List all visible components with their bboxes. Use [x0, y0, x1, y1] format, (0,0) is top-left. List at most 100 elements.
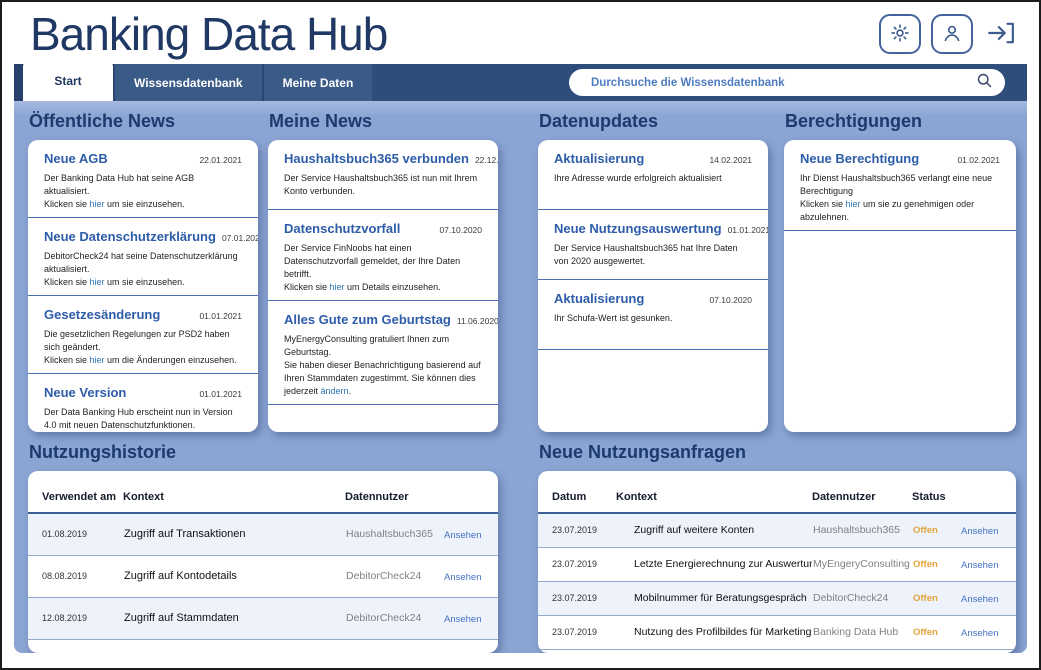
news-item-body: Die gesetzlichen Regelungen zur PSD2 hab… [44, 328, 242, 367]
table-header-row: Verwendet amKontextDatennutzer [28, 483, 498, 513]
news-item-body: Ihr Schufa-Wert ist gesunken. [554, 312, 752, 325]
news-item: Aktualisierung14.02.2021 Ihre Adresse wur… [538, 140, 768, 210]
table-row: 01.08.2019Zugriff auf TransaktionenHaush… [28, 513, 498, 556]
news-item-body: DebitorCheck24 hat seine Datenschutzerkl… [44, 250, 242, 289]
ansehen-link[interactable]: Ansehen [961, 594, 999, 605]
news-item-title: Datenschutzvorfall [284, 221, 400, 236]
usage-requests-section: Neue Nutzungsanfragen DatumKontextDatenn… [538, 440, 1016, 653]
cell-action: Ansehen [443, 598, 498, 640]
cell-action: Ansehen [443, 556, 498, 598]
news-body-text: um Details einzusehen. [345, 282, 441, 292]
news-item-head: Datenschutzvorfall07.10.2020 [284, 221, 482, 236]
cell-action: Ansehen [960, 582, 1016, 616]
news-item: Neue Version 01.01.2021 Der Data Banking H… [28, 374, 258, 432]
news-item-date: 01.02.2021 [957, 155, 1000, 165]
news-inline-link[interactable]: ändern [321, 386, 349, 396]
news-item-title: Neue AGB [44, 151, 108, 166]
cell-user: DebitorCheck24 [345, 556, 443, 598]
ansehen-link[interactable]: Ansehen [444, 530, 482, 541]
news-item-body: MyEnergyConsulting gratuliert Ihnen zum … [284, 333, 482, 398]
cell-context: Zugriff auf Transaktionen [123, 513, 345, 556]
header-actions [879, 14, 1019, 54]
tab-wissensdatenbank[interactable]: Wissensdatenbank [113, 64, 262, 101]
ansehen-link[interactable]: Ansehen [444, 614, 482, 625]
cell-date: 23.07.2019 [538, 582, 616, 616]
ansehen-link[interactable]: Ansehen [961, 628, 999, 639]
usage-history-section: Nutzungshistorie Verwendet amKontextDate… [28, 440, 498, 653]
column-header: Datum [538, 483, 616, 513]
section-heading: Öffentliche News [29, 111, 258, 132]
cell-context: Zugriff auf Kontodetails [123, 556, 345, 598]
app-window: Banking Data Hub [2, 2, 1039, 653]
cell-user: MyEngeryConsulting [812, 548, 912, 582]
table-row: 23.07.2019Letzte Energierechnung zur Aus… [538, 548, 1016, 582]
news-item: Alles Gute zum Geburtstag11.06.2020MyEne… [268, 301, 498, 405]
news-item: Haushaltsbuch365 verbunden22.12.2020Der … [268, 140, 498, 210]
status-badge: Offen [912, 616, 960, 650]
table-row: 23.07.2019Zugriff auf weitere KontenHaus… [538, 513, 1016, 548]
ansehen-link[interactable]: Ansehen [961, 560, 999, 571]
news-item-date: 01.01.2021 [199, 311, 242, 321]
main-nav: StartWissensdatenbankMeine Daten [14, 64, 1027, 101]
column-header: Datennutzer [345, 483, 443, 513]
news-item-title: Alles Gute zum Geburtstag [284, 312, 451, 327]
tab-meine-daten[interactable]: Meine Daten [262, 64, 373, 101]
page-title: Banking Data Hub [30, 11, 387, 57]
tables-row: Nutzungshistorie Verwendet amKontextDate… [28, 440, 1016, 653]
news-inline-link[interactable]: hier [90, 277, 105, 287]
usage-requests-table: DatumKontextDatennutzerStatus23.07.2019Z… [538, 483, 1016, 650]
ansehen-link[interactable]: Ansehen [444, 572, 482, 583]
column-header-actions [960, 483, 1016, 513]
news-inline-link[interactable]: hier [90, 199, 105, 209]
news-item-body: Der Service Haushaltsbuch365 hat Ihre Da… [554, 242, 752, 268]
news-item-head: Aktualisierung14.02.2021 [554, 151, 752, 166]
news-inline-link[interactable]: hier [846, 199, 861, 209]
table-header-row: DatumKontextDatennutzerStatus [538, 483, 1016, 513]
news-inline-link[interactable]: hier [90, 355, 105, 365]
cell-action: Ansehen [960, 513, 1016, 548]
ansehen-link[interactable]: Ansehen [961, 526, 999, 537]
news-body-text: Ihre Adresse wurde erfolgreich aktualisi… [554, 173, 722, 183]
news-item-title: Neue Nutzungsauswertung [554, 221, 722, 236]
news-body-text: Der Service Haushaltsbuch365 ist nun mit… [284, 173, 477, 196]
cell-user: DebitorCheck24 [812, 582, 912, 616]
search-icon[interactable] [976, 72, 993, 94]
status-badge: Offen [912, 548, 960, 582]
news-item-date: 07.10.2020 [709, 295, 752, 305]
logout-button[interactable] [983, 14, 1019, 54]
news-inline-link[interactable]: hier [330, 282, 345, 292]
news-item-title: Neue Datenschutzerklärung [44, 229, 216, 244]
app-header: Banking Data Hub [14, 6, 1027, 62]
news-item-title: Neue Version [44, 385, 126, 400]
cell-action: Ansehen [443, 513, 498, 556]
cell-date: 01.08.2019 [28, 513, 123, 556]
news-item-title: Neue Berechtigung [800, 151, 919, 166]
section-heading: Meine News [269, 111, 498, 132]
settings-button[interactable] [879, 14, 921, 54]
tab-start[interactable]: Start [23, 60, 113, 101]
news-card: Neue Berechtigung01.02.2021Ihr Dienst Ha… [784, 140, 1016, 432]
news-item-date: 01.01.2021 [199, 389, 242, 399]
gear-icon [889, 22, 911, 47]
cell-context: Zugriff auf weitere Konten [616, 513, 812, 548]
news-column-3: Berechtigungen Neue Berechtigung 01.02.202… [784, 109, 1016, 432]
section-heading: Berechtigungen [785, 111, 1016, 132]
column-header: Kontext [123, 483, 345, 513]
status-badge: Offen [912, 582, 960, 616]
cell-user: Banking Data Hub [812, 616, 912, 650]
news-body-text: Der Data Banking Hub erscheint nun in Ve… [44, 407, 233, 432]
news-item-title: Aktualisierung [554, 151, 644, 166]
news-item: Gesetzesänderung01.01.2021Die gesetzlich… [28, 296, 258, 374]
column-header-actions [443, 483, 498, 513]
news-item-head: Aktualisierung 07.10.2020 [554, 291, 752, 306]
profile-button[interactable] [931, 14, 973, 54]
usage-history-card: Verwendet amKontextDatennutzer01.08.2019… [28, 471, 498, 653]
cell-user: Haushaltsbuch365 [345, 513, 443, 556]
cell-context: Nutzung des Profilbildes für Marketing [616, 616, 812, 650]
search-input[interactable] [589, 76, 976, 90]
news-item: Neue AGB22.01.2021Der Banking Data Hub h… [28, 140, 258, 218]
news-item-title: Aktualisierung [554, 291, 644, 306]
news-body-text: MyEnergyConsulting gratuliert Ihnen zum … [284, 334, 481, 396]
news-item-body: Ihre Adresse wurde erfolgreich aktualisi… [554, 172, 752, 185]
news-item: Neue Berechtigung01.02.2021Ihr Dienst Ha… [784, 140, 1016, 231]
